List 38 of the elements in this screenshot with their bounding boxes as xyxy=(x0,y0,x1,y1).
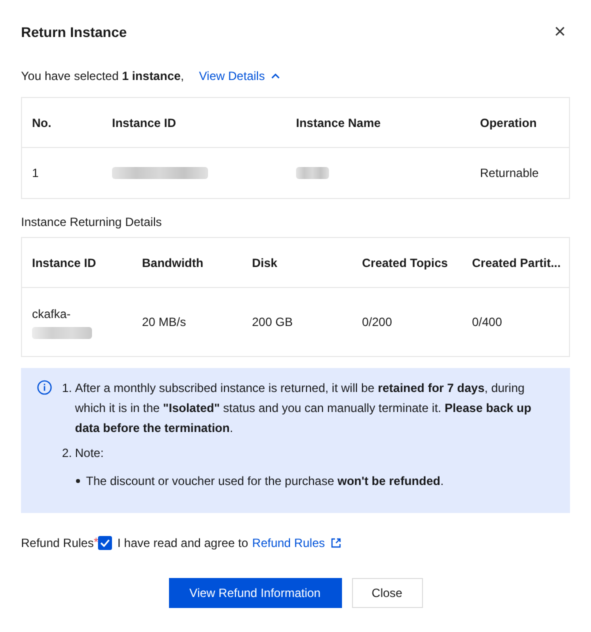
column-header: Created Topics xyxy=(361,254,449,272)
agreement-text: I have read and agree to xyxy=(117,535,248,552)
redacted-text xyxy=(32,327,92,339)
column-header: Operation xyxy=(479,114,538,132)
required-mark: * xyxy=(94,534,98,551)
notice-text: After a monthly subscribed instance is returned, it will be retained for 7 days, during which it is in the "Isolated" status and you can manually terminate it. Please back up data before the termination. xyxy=(75,380,532,437)
table-cell-text: 0/400 xyxy=(471,314,504,331)
notice-text: Note: xyxy=(75,445,104,462)
column-header: Instance ID xyxy=(111,114,178,132)
table-cell-text: 1 xyxy=(31,165,40,182)
bullet-icon xyxy=(76,479,80,483)
column-header: Instance Name xyxy=(295,114,382,132)
dialog-title: Return Instance xyxy=(21,22,127,42)
field-label: Refund Rules xyxy=(21,535,94,552)
table-cell-text: 20 MB/s xyxy=(141,314,188,331)
section-title: Instance Returning Details xyxy=(21,214,163,227)
redacted-text xyxy=(296,167,329,179)
info-icon xyxy=(37,380,52,395)
close-button[interactable]: × xyxy=(550,22,570,42)
close-dialog-button[interactable]: Close xyxy=(352,578,422,608)
column-header: Instance ID xyxy=(31,254,98,272)
list-number: 1. xyxy=(62,380,74,397)
table-cell-text: 0/200 xyxy=(361,314,394,331)
refund-info-button[interactable]: View Refund Information xyxy=(168,578,342,608)
selection-summary: You have selected 1 instance, xyxy=(21,68,184,85)
view-details-link[interactable]: View Details xyxy=(199,67,280,85)
column-header: Bandwidth xyxy=(141,254,204,272)
list-number: 2. xyxy=(62,445,74,462)
refund-rules-link[interactable]: Refund Rules xyxy=(252,534,325,552)
table-cell-text: 200 GB xyxy=(251,314,294,331)
column-header: No. xyxy=(31,114,52,132)
table-cell-text: ckafka- xyxy=(32,306,72,323)
table-cell-text: Returnable xyxy=(479,165,540,182)
column-header: Disk xyxy=(251,254,278,272)
column-header: Created Partit... xyxy=(471,254,562,272)
agree-checkbox[interactable] xyxy=(98,536,112,550)
external-link-icon[interactable] xyxy=(330,538,341,548)
notice-text: The discount or voucher used for the purchase won't be refunded. xyxy=(86,473,444,490)
